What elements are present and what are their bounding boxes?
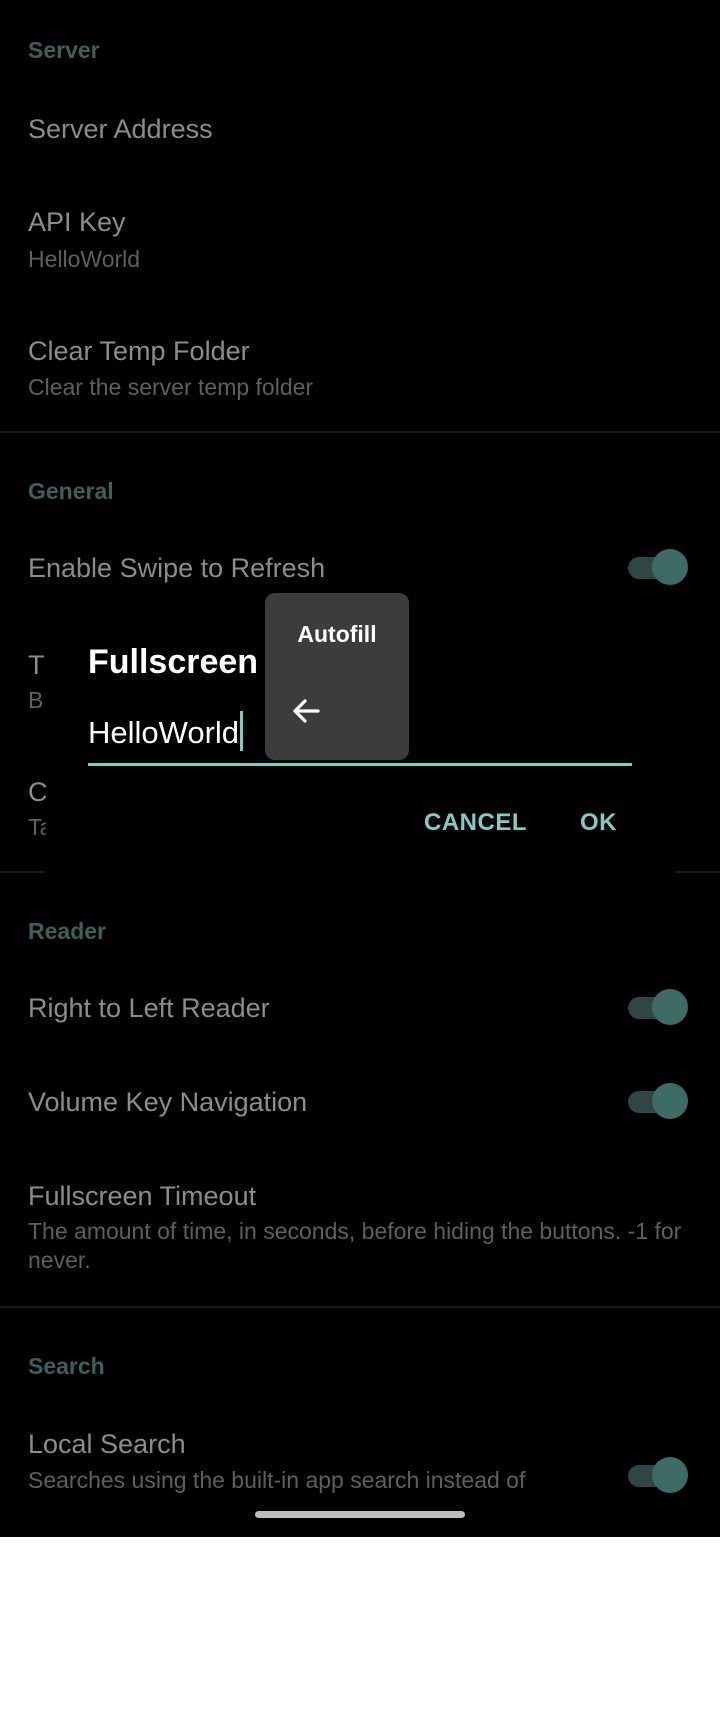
pref-summary: HelloWorld (28, 246, 141, 272)
pref-title: API Key (28, 207, 126, 237)
section-header-server: Server (28, 37, 100, 63)
switch-thumb (652, 549, 688, 585)
pref-summary: Clear the server temp folder (28, 374, 314, 400)
swipe-refresh-switch[interactable] (628, 547, 688, 587)
input-value: HelloWorld (88, 715, 240, 750)
section-header-general: General (28, 478, 114, 504)
home-indicator[interactable] (255, 1511, 465, 1518)
local-search-switch[interactable] (628, 1455, 688, 1495)
volume-key-switch[interactable] (628, 1081, 688, 1121)
pref-right-to-left-reader[interactable]: Right to Left Reader (0, 970, 720, 1050)
switch-thumb (652, 989, 688, 1025)
cancel-button[interactable]: CANCEL (424, 809, 527, 837)
ok-button[interactable]: OK (580, 809, 617, 837)
settings-screen: Server Server Address API Key HelloWorld… (0, 0, 720, 1537)
pref-api-key[interactable]: API Key HelloWorld (0, 185, 720, 285)
pref-title: T (28, 650, 45, 680)
text-caret (240, 711, 244, 751)
autofill-popup: Autofill (265, 593, 409, 760)
pref-title: C (28, 777, 48, 807)
pref-title: Server Address (28, 114, 213, 144)
switch-thumb (652, 1083, 688, 1119)
pref-clear-temp-folder[interactable]: Clear Temp Folder Clear the server temp … (0, 313, 720, 413)
pref-title: Local Search (28, 1429, 186, 1459)
input-text[interactable]: HelloWorld (88, 711, 244, 751)
autofill-option[interactable]: Autofill (265, 621, 409, 648)
pref-volume-key-navigation[interactable]: Volume Key Navigation (0, 1064, 720, 1144)
pref-server-address[interactable]: Server Address (0, 90, 720, 170)
pref-title: Clear Temp Folder (28, 336, 250, 366)
section-divider (0, 431, 720, 433)
section-divider (0, 1306, 720, 1308)
switch-thumb (652, 1457, 688, 1493)
pref-title: Enable Swipe to Refresh (28, 553, 326, 583)
section-header-reader: Reader (28, 918, 106, 944)
section-header-search: Search (28, 1353, 105, 1379)
pref-local-search[interactable]: Local Search Searches using the built-in… (0, 1400, 720, 1500)
pref-title: Right to Left Reader (28, 993, 270, 1023)
pref-summary: The amount of time, in seconds, before h… (28, 1218, 682, 1273)
pref-summary: Searches using the built-in app search i… (28, 1467, 526, 1493)
pref-title: Volume Key Navigation (28, 1087, 308, 1117)
pref-fullscreen-timeout[interactable]: Fullscreen Timeout The amount of time, i… (0, 1170, 720, 1280)
rtl-reader-switch[interactable] (628, 987, 688, 1027)
pref-title: Fullscreen Timeout (28, 1181, 257, 1211)
dialog-title: Fullscreen T (88, 643, 289, 681)
arrow-left-icon[interactable] (288, 693, 324, 729)
